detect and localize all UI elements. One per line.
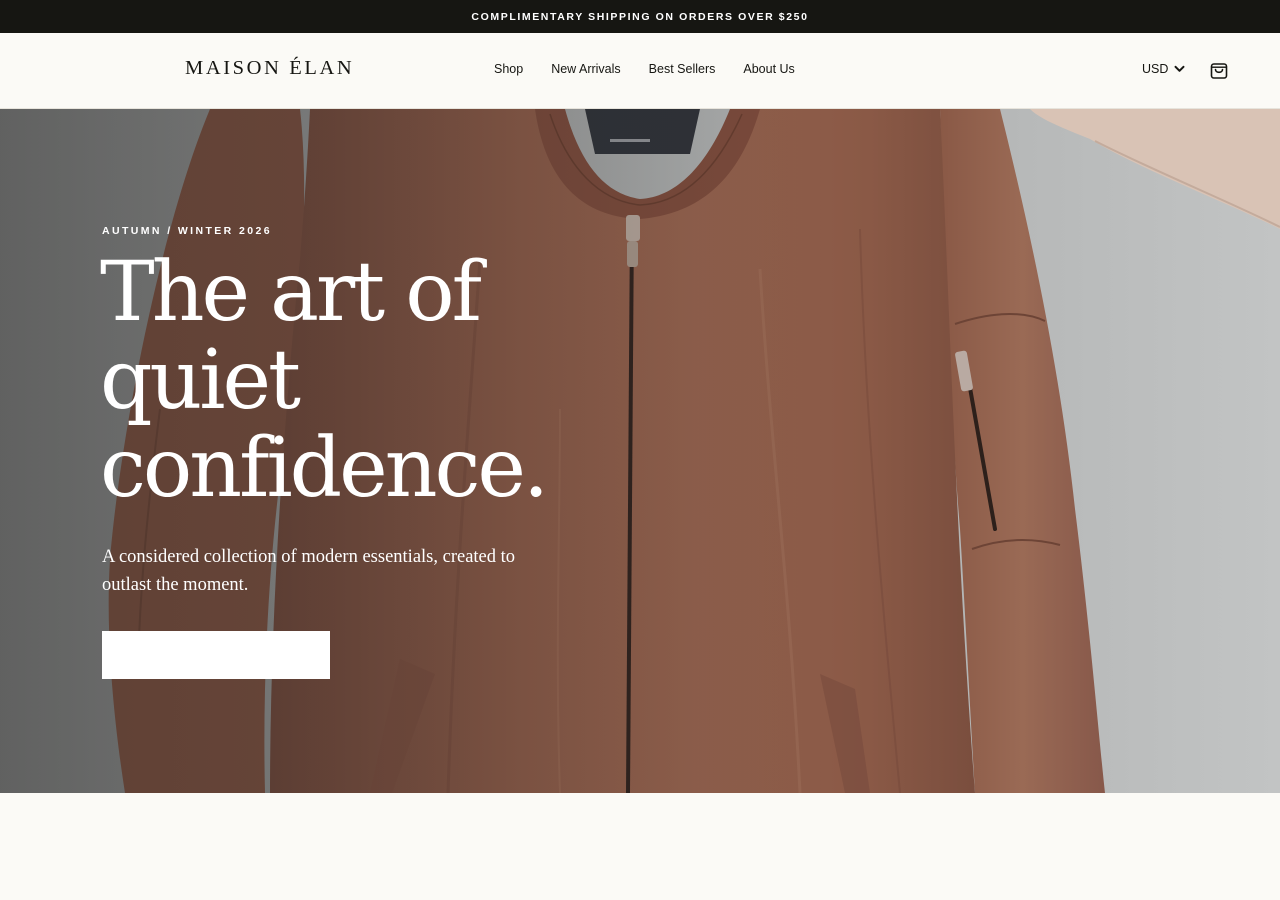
hero-subtext: A considered collection of modern essent…: [102, 547, 516, 595]
hero-headline: The art of quiet confidence.: [100, 245, 549, 516]
announcement-bar: COMPLIMENTARY SHIPPING ON ORDERS OVER $2…: [0, 0, 1280, 33]
shopping-bag-icon: [1210, 63, 1228, 79]
hero-eyebrow: AUTUMN / WINTER 2026: [102, 225, 272, 237]
nav-best-sellers[interactable]: Best Sellers: [649, 62, 716, 76]
site-header: MAISON ÉLAN Shop New Arrivals Best Selle…: [0, 33, 1280, 109]
announcement-text: COMPLIMENTARY SHIPPING ON ORDERS OVER $2…: [471, 10, 809, 23]
hero-cta-button[interactable]: [102, 631, 330, 679]
cart-button[interactable]: [1208, 59, 1230, 81]
nav-new-arrivals[interactable]: New Arrivals: [551, 62, 620, 76]
nav-about-us[interactable]: About Us: [743, 62, 794, 76]
hero-banner: AUTUMN / WINTER 2026 The art of quiet co…: [0, 109, 1280, 793]
currency-selector[interactable]: USD: [1142, 62, 1185, 76]
brand-logo[interactable]: MAISON ÉLAN: [185, 57, 354, 80]
nav-shop[interactable]: Shop: [494, 62, 523, 76]
main-nav: Shop New Arrivals Best Sellers About Us: [494, 62, 795, 76]
chevron-down-icon: [1174, 65, 1185, 72]
currency-value: USD: [1142, 62, 1169, 76]
